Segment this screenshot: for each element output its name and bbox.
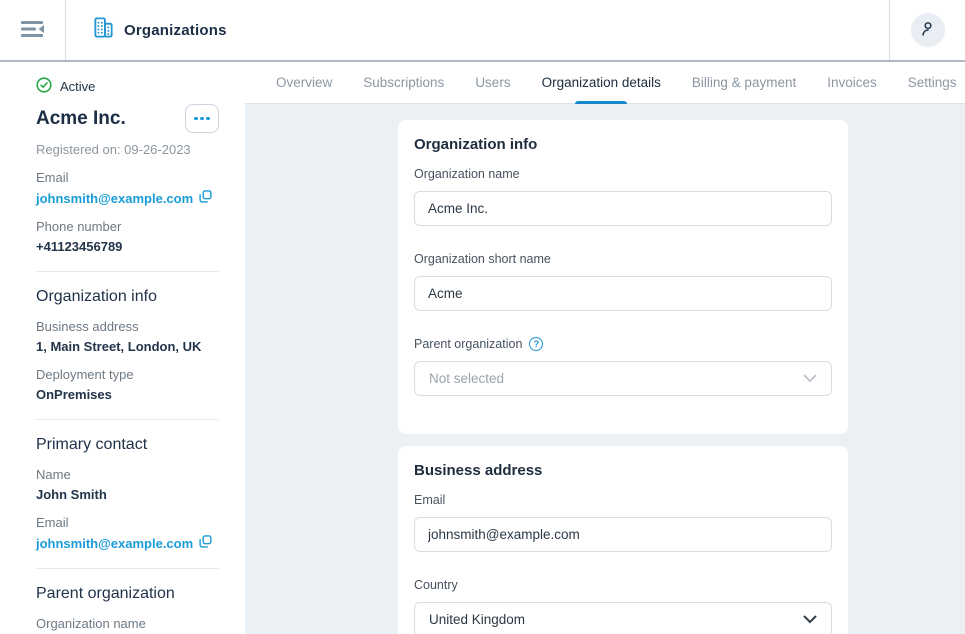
phone-label: Phone number xyxy=(36,219,219,234)
dot-icon xyxy=(194,117,198,121)
tab-settings[interactable]: Settings xyxy=(908,62,957,103)
chevron-down-icon xyxy=(803,370,817,388)
country-select[interactable]: United Kingdom xyxy=(414,602,832,634)
tab-content: Organization info Organization name Orga… xyxy=(245,104,965,634)
parent-org-name-label: Organization name xyxy=(36,616,219,631)
sidebar-fold-icon xyxy=(21,20,45,41)
chevron-down-icon xyxy=(803,611,817,629)
tab-organization-details[interactable]: Organization details xyxy=(542,62,661,103)
copy-icon xyxy=(199,190,212,206)
organizations-page: Organizations Active Acme Inc xyxy=(0,0,965,634)
business-address-label: Business address xyxy=(36,319,219,334)
business-address-card-title: Business address xyxy=(414,462,832,479)
organization-info-card: Organization info Organization name Orga… xyxy=(398,120,848,434)
header-divider-right xyxy=(889,0,890,60)
sidebar-divider xyxy=(36,419,219,420)
deployment-type-value: OnPremises xyxy=(36,387,219,402)
header-divider-left xyxy=(65,0,66,60)
dot-icon xyxy=(200,117,204,121)
tab-billing-payment[interactable]: Billing & payment xyxy=(692,62,796,103)
main-area: Overview Subscriptions Users Organizatio… xyxy=(245,62,965,634)
contact-name-value: John Smith xyxy=(36,487,219,502)
email-label: Email xyxy=(36,170,219,185)
organization-info-card-title: Organization info xyxy=(414,136,832,153)
parent-organization-select-value: Not selected xyxy=(429,371,504,386)
phone-value: +41123456789 xyxy=(36,239,219,254)
sidebar-org-info-title: Organization info xyxy=(36,288,219,306)
business-email-input[interactable] xyxy=(414,517,832,552)
app-header: Organizations xyxy=(0,0,965,62)
sidebar-primary-contact-title: Primary contact xyxy=(36,436,219,454)
business-email-label: Email xyxy=(414,493,832,507)
organization-name-input[interactable] xyxy=(414,191,832,226)
tab-users[interactable]: Users xyxy=(475,62,510,103)
contact-email-link[interactable]: johnsmith@example.com xyxy=(36,536,193,551)
status-badge: Active xyxy=(60,79,95,94)
page-title: Organizations xyxy=(124,22,227,39)
tab-invoices[interactable]: Invoices xyxy=(827,62,877,103)
dot-icon xyxy=(206,117,210,121)
active-check-icon xyxy=(36,77,52,96)
contact-email-label: Email xyxy=(36,515,219,530)
copy-email-button[interactable] xyxy=(199,190,212,206)
organizations-building-icon xyxy=(92,16,115,44)
header-title-group: Organizations xyxy=(92,16,227,44)
organization-short-name-label: Organization short name xyxy=(414,252,832,266)
tab-subscriptions[interactable]: Subscriptions xyxy=(363,62,444,103)
status-row: Active xyxy=(36,77,219,96)
person-icon xyxy=(919,20,937,41)
business-address-value: 1, Main Street, London, UK xyxy=(36,339,219,354)
tab-bar: Overview Subscriptions Users Organizatio… xyxy=(245,62,965,104)
copy-icon xyxy=(199,535,212,551)
registered-date: Registered on: 09-26-2023 xyxy=(36,142,219,157)
country-select-value: United Kingdom xyxy=(429,612,525,627)
parent-organization-label: Parent organization xyxy=(414,337,522,351)
more-actions-button[interactable] xyxy=(185,104,219,133)
tab-overview[interactable]: Overview xyxy=(276,62,332,103)
sidebar-divider xyxy=(36,271,219,272)
parent-organization-select[interactable]: Not selected xyxy=(414,361,832,396)
sidebar-collapse-button[interactable] xyxy=(0,0,65,60)
help-icon[interactable]: ? xyxy=(529,337,543,351)
organization-name-label: Organization name xyxy=(414,167,832,181)
organization-short-name-input[interactable] xyxy=(414,276,832,311)
sidebar-parent-org-title: Parent organization xyxy=(36,585,219,603)
organization-sidebar: Active Acme Inc. Registered on: 09-26-20… xyxy=(0,62,245,634)
sidebar-divider xyxy=(36,568,219,569)
organization-name-heading: Acme Inc. xyxy=(36,108,126,130)
user-avatar-button[interactable] xyxy=(911,13,945,47)
business-address-card: Business address Email Country United Ki… xyxy=(398,446,848,634)
email-link[interactable]: johnsmith@example.com xyxy=(36,191,193,206)
country-label: Country xyxy=(414,578,832,592)
contact-name-label: Name xyxy=(36,467,219,482)
copy-contact-email-button[interactable] xyxy=(199,535,212,551)
deployment-type-label: Deployment type xyxy=(36,367,219,382)
